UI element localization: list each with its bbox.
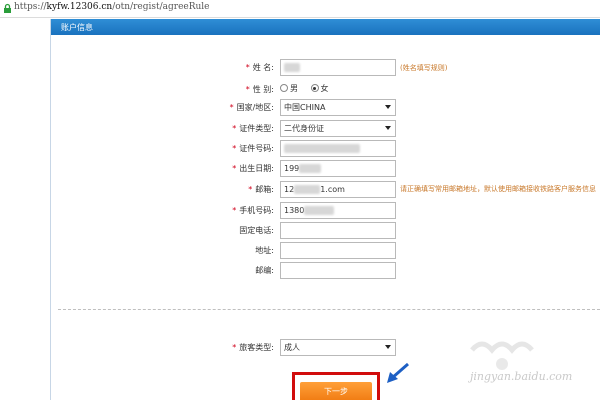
watermark-logo-icon (470, 341, 534, 370)
postcode-label: 邮编: (255, 266, 274, 275)
country-label-text: 国家/地区: (236, 103, 274, 112)
section-divider (58, 309, 600, 310)
name-rule-link[interactable]: (姓名填写规则) (400, 63, 447, 73)
id-number-input[interactable] (280, 140, 396, 157)
url-host: kyfw.12306.cn (46, 2, 113, 12)
phone-label: 固定电话: (239, 226, 274, 235)
country-label: * 国家/地区: (230, 102, 274, 113)
mobile-row: * 手机号码: 1380 (0, 202, 600, 220)
name-row: * 姓 名: (姓名填写规则) (0, 59, 600, 77)
passenger-type-label: * 旅客类型: (232, 342, 274, 353)
gender-label-text: 性 别: (252, 85, 274, 94)
mobile-value: 1380 (284, 206, 305, 215)
dropdown-arrow-icon (385, 126, 391, 130)
email-input[interactable]: 12 1.com (280, 181, 396, 198)
postcode-row: 邮编: (0, 262, 600, 280)
url-text: https://kyfw.12306.cn/otn/regist/agreeRu… (14, 2, 210, 12)
gender-option-male[interactable]: 男 (280, 84, 298, 93)
gender-option-female[interactable]: 女 (310, 84, 329, 93)
required-mark: * (232, 144, 237, 153)
dropdown-arrow-icon (385, 345, 391, 349)
required-mark: * (245, 85, 250, 94)
id-type-label: * 证件类型: (232, 123, 274, 134)
address-row: 地址: (0, 242, 600, 260)
address-label: 地址: (255, 246, 274, 255)
redacted-value (284, 63, 300, 72)
birth-date-input[interactable]: 199 (280, 160, 396, 177)
country-select[interactable]: 中国CHINA (280, 99, 396, 116)
email-hint: 请正确填写常用邮箱地址，默认使用邮箱接收铁路客户服务信息 (400, 185, 596, 193)
email-value-suffix: 1.com (320, 185, 345, 194)
redacted-value (304, 206, 335, 215)
postcode-input[interactable] (280, 262, 396, 279)
mobile-label: * 手机号码: (232, 205, 274, 216)
redacted-value (294, 185, 321, 194)
email-row: * 邮箱: 12 1.com 请正确填写常用邮箱地址，默认使用邮箱接收铁路客户服务信… (0, 181, 600, 199)
watermark-text: jingyan.baidu.com (470, 370, 573, 383)
passenger-type-label-text: 旅客类型: (239, 343, 274, 352)
birth-date-row: * 出生日期: 199 (0, 160, 600, 178)
required-mark: * (248, 185, 253, 194)
email-label: * 邮箱: (248, 184, 274, 195)
required-mark: * (229, 103, 234, 112)
lock-icon (4, 3, 11, 13)
phone-input[interactable] (280, 222, 396, 239)
id-type-value: 二代身份证 (284, 124, 324, 133)
birth-date-value: 199 (284, 164, 300, 173)
mobile-input[interactable]: 1380 (280, 202, 396, 219)
id-number-row: * 证件号码: (0, 140, 600, 158)
name-label: * 姓 名: (246, 62, 274, 73)
id-type-row: * 证件类型: 二代身份证 (0, 120, 600, 138)
next-step-button[interactable]: 下一步 (300, 382, 372, 400)
gender-female-label: 女 (320, 84, 329, 93)
country-value: 中国CHINA (284, 103, 326, 112)
gender-male-label: 男 (290, 84, 298, 93)
birth-date-label: * 出生日期: (232, 163, 274, 174)
email-label-text: 邮箱: (255, 185, 274, 194)
phone-row: 固定电话: (0, 222, 600, 240)
required-mark: * (232, 124, 237, 133)
redacted-value (299, 164, 322, 173)
panel-header: 账户信息 (51, 19, 600, 35)
required-mark: * (245, 63, 250, 72)
gender-radio-group: 男 女 (280, 83, 339, 94)
gender-row: * 性 别: 男 女 (0, 81, 600, 99)
required-mark: * (232, 164, 237, 173)
id-type-select[interactable]: 二代身份证 (280, 120, 396, 137)
mobile-label-text: 手机号码: (239, 206, 274, 215)
email-value-prefix: 12 (284, 185, 295, 194)
url-path: /otn/regist/agreeRule (112, 2, 210, 12)
address-bar[interactable]: https://kyfw.12306.cn/otn/regist/agreeRu… (0, 0, 600, 18)
redacted-value (284, 144, 360, 153)
panel-title: 账户信息 (61, 23, 93, 32)
id-type-label-text: 证件类型: (239, 124, 274, 133)
name-label-text: 姓 名: (252, 63, 274, 72)
radio-icon (280, 84, 288, 92)
id-number-label-text: 证件号码: (239, 144, 274, 153)
passenger-type-value: 成人 (284, 343, 300, 352)
required-mark: * (232, 343, 237, 352)
passenger-type-select[interactable]: 成人 (280, 339, 396, 356)
url-scheme: https:// (14, 2, 47, 12)
country-row: * 国家/地区: 中国CHINA (0, 99, 600, 117)
dropdown-arrow-icon (385, 105, 391, 109)
required-mark: * (232, 206, 237, 215)
pointer-arrow-icon (387, 362, 409, 383)
gender-label: * 性 别: (246, 84, 274, 95)
address-input[interactable] (280, 242, 396, 259)
radio-checked-icon (310, 84, 319, 92)
id-number-label: * 证件号码: (232, 143, 274, 154)
birth-date-label-text: 出生日期: (239, 164, 274, 173)
name-input[interactable] (280, 59, 396, 76)
